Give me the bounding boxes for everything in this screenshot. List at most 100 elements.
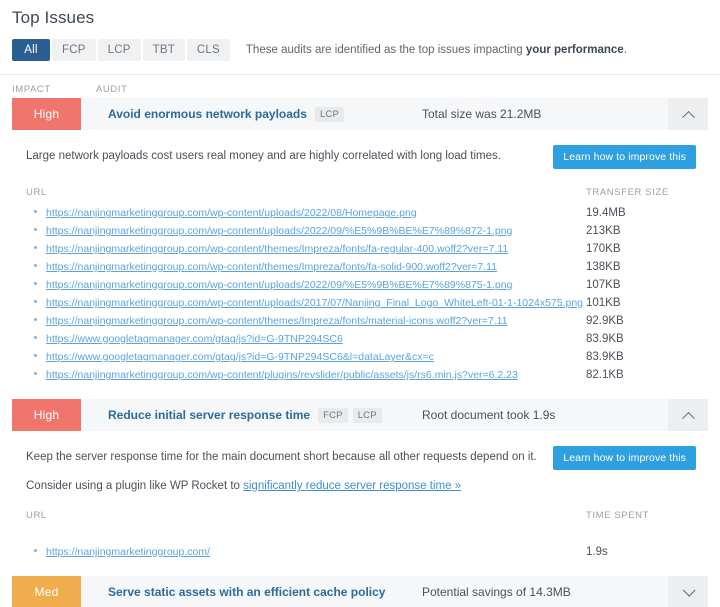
audit-item: High Reduce initial server response time…	[0, 398, 720, 575]
resource-url-link[interactable]: https://nanjingmarketinggroup.com/wp-con…	[46, 369, 518, 381]
audit-toggle-button[interactable]	[668, 576, 708, 607]
table-row: https://nanjingmarketinggroup.com/wp-con…	[26, 240, 696, 258]
resource-url-link[interactable]: https://nanjingmarketinggroup.com/wp-con…	[46, 279, 512, 291]
audit-title-link[interactable]: Reduce initial server response time	[108, 408, 310, 422]
bullet-icon	[34, 318, 37, 321]
tab-all[interactable]: All	[12, 39, 50, 61]
bullet-icon	[34, 210, 37, 213]
table-column-url: URL	[26, 510, 47, 521]
audit-header[interactable]: High Reduce initial server response time…	[12, 398, 708, 431]
reduce-response-time-link[interactable]: significantly reduce server response tim…	[243, 480, 461, 492]
audit-table-header: URL TRANSFER SIZE	[26, 187, 696, 204]
audit-description-row: Large network payloads cost users real m…	[12, 130, 708, 169]
resource-url-link[interactable]: https://nanjingmarketinggroup.com/wp-con…	[46, 207, 417, 219]
metric-tag: LCP	[314, 106, 345, 122]
audit-toggle-button[interactable]	[668, 399, 708, 431]
audit-item: High Avoid enormous network payloads LCP…	[0, 97, 720, 398]
audit-title-wrap: Reduce initial server response time FCP …	[81, 399, 422, 431]
audit-body: Keep the server response time for the ma…	[0, 431, 720, 575]
transfer-size-value: 92.9KB	[586, 315, 624, 327]
top-issues-panel: Top Issues All FCP LCP TBT CLS These aud…	[0, 0, 720, 607]
chevron-down-icon	[682, 583, 696, 597]
resource-url-link[interactable]: https://nanjingmarketinggroup.com/wp-con…	[46, 315, 508, 327]
transfer-size-value: 170KB	[586, 243, 621, 255]
resource-url-link[interactable]: https://nanjingmarketinggroup.com/wp-con…	[46, 243, 508, 255]
table-row: https://nanjingmarketinggroup.com/wp-con…	[26, 258, 696, 276]
table-row: https://www.googletagmanager.com/gtag/js…	[26, 330, 696, 348]
resource-url-link[interactable]: https://www.googletagmanager.com/gtag/js…	[46, 351, 434, 363]
transfer-size-value: 213KB	[586, 225, 621, 237]
table-column-url: URL	[26, 187, 47, 198]
resource-url-link[interactable]: https://www.googletagmanager.com/gtag/js…	[46, 333, 343, 345]
table-row: https://nanjingmarketinggroup.com/wp-con…	[26, 222, 696, 240]
bullet-icon	[34, 246, 37, 249]
chevron-up-icon	[681, 110, 695, 124]
metric-tags: LCP	[314, 106, 345, 122]
impact-badge: High	[12, 98, 81, 130]
audit-description-row: Keep the server response time for the ma…	[12, 431, 708, 470]
metric-filter-tabs: All FCP LCP TBT CLS	[12, 39, 230, 61]
table-row: https://nanjingmarketinggroup.com/1.9s	[26, 543, 696, 561]
table-row: https://nanjingmarketinggroup.com/wp-con…	[26, 312, 696, 330]
bullet-icon	[34, 228, 37, 231]
transfer-size-value: 83.9KB	[586, 351, 624, 363]
audit-title-link[interactable]: Serve static assets with an efficient ca…	[108, 585, 385, 599]
resource-url-link[interactable]: https://nanjingmarketinggroup.com/wp-con…	[46, 261, 497, 273]
metric-tag: FCP	[318, 407, 348, 423]
bullet-icon	[34, 282, 37, 285]
tab-cls[interactable]: CLS	[186, 39, 230, 61]
page-title: Top Issues	[12, 8, 95, 27]
audit-value: Potential savings of 14.3MB	[422, 585, 571, 599]
tab-lcp[interactable]: LCP	[97, 39, 141, 61]
filter-bar: All FCP LCP TBT CLS These audits are ide…	[0, 35, 720, 65]
metric-tags: FCP LCP	[318, 407, 382, 423]
audit-toggle-button[interactable]	[668, 98, 708, 130]
resource-url-link[interactable]: https://nanjingmarketinggroup.com/wp-con…	[46, 297, 583, 309]
filter-description-emphasis: your performance	[525, 44, 624, 56]
audit-title-wrap: Serve static assets with an efficient ca…	[81, 576, 422, 607]
bullet-icon	[34, 372, 37, 375]
tab-fcp[interactable]: FCP	[52, 39, 96, 61]
impact-badge: High	[12, 399, 81, 431]
metric-tag: LCP	[352, 407, 382, 423]
transfer-size-value: 19.4MB	[586, 207, 626, 219]
resource-url-link[interactable]: https://nanjingmarketinggroup.com/wp-con…	[46, 225, 512, 237]
table-row: https://nanjingmarketinggroup.com/wp-con…	[26, 366, 696, 384]
resource-url-link[interactable]: https://nanjingmarketinggroup.com/	[46, 546, 210, 558]
chevron-up-icon	[681, 411, 695, 425]
audit-value: Total size was 21.2MB	[422, 107, 542, 121]
audit-value: Root document took 1.9s	[422, 408, 556, 422]
audit-item: Med Serve static assets with an efficien…	[0, 575, 720, 607]
audit-header[interactable]: Med Serve static assets with an efficien…	[12, 575, 708, 607]
audit-description: Large network payloads cost users real m…	[26, 150, 501, 162]
table-column-size: TRANSFER SIZE	[586, 187, 669, 198]
column-header-audit: AUDIT	[96, 83, 128, 95]
transfer-size-value: 138KB	[586, 261, 621, 273]
audit-title-wrap: Avoid enormous network payloads LCP	[81, 98, 422, 130]
audit-table: URL TIME SPENT https://nanjingmarketingg…	[12, 510, 708, 561]
column-headers: IMPACT AUDIT	[0, 75, 720, 97]
bullet-icon	[34, 354, 37, 357]
audit-body: Large network payloads cost users real m…	[0, 130, 720, 398]
learn-how-to-improve-button[interactable]: Learn how to improve this	[553, 145, 696, 169]
audit-recommendation: Consider using a plugin like WP Rocket t…	[12, 470, 708, 492]
time-spent-value: 1.9s	[586, 546, 608, 558]
transfer-size-value: 82.1KB	[586, 369, 624, 381]
table-column-time: TIME SPENT	[586, 510, 650, 521]
tab-tbt[interactable]: TBT	[142, 39, 185, 61]
impact-badge: Med	[12, 576, 81, 607]
bullet-icon	[34, 336, 37, 339]
filter-description-suffix: .	[623, 44, 627, 56]
audit-title-link[interactable]: Avoid enormous network payloads	[108, 107, 307, 121]
table-spacer	[26, 527, 696, 543]
learn-how-to-improve-button[interactable]: Learn how to improve this	[553, 446, 696, 470]
transfer-size-value: 83.9KB	[586, 333, 624, 345]
table-row: https://nanjingmarketinggroup.com/wp-con…	[26, 204, 696, 222]
table-row: https://nanjingmarketinggroup.com/wp-con…	[26, 276, 696, 294]
transfer-size-value: 101KB	[586, 297, 621, 309]
filter-description-prefix: These audits are identified as the top i…	[245, 44, 526, 56]
audit-header[interactable]: High Avoid enormous network payloads LCP…	[12, 97, 708, 130]
bullet-icon	[34, 549, 37, 552]
